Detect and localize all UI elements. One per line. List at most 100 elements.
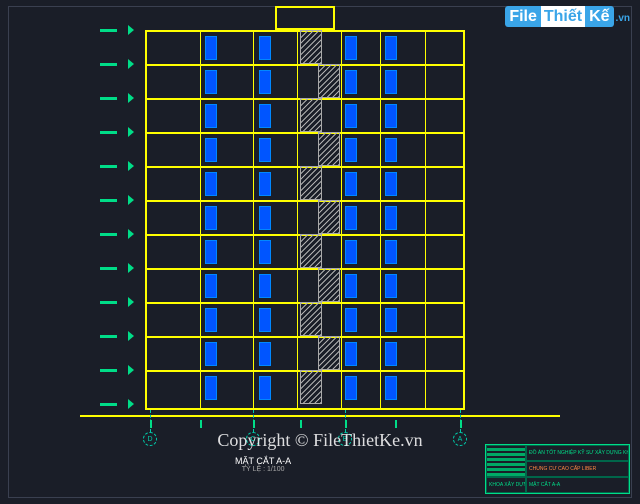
door-panel (385, 104, 397, 128)
door-panel (205, 206, 217, 230)
stair-flight (318, 336, 340, 370)
column-line (200, 30, 201, 410)
stair-flight (318, 268, 340, 302)
stair-flight (300, 98, 322, 132)
column-line (341, 30, 342, 410)
floor-slab-line (145, 200, 465, 202)
floor-slab-line (145, 64, 465, 66)
dimension-tick (460, 420, 462, 428)
door-panel (205, 138, 217, 162)
elevation-marker (100, 199, 128, 202)
column-line (297, 30, 298, 410)
door-panel (205, 172, 217, 196)
door-panel (345, 206, 357, 230)
column-line (425, 30, 426, 410)
drawing-title: MẶT CẮT A-A TỶ LỆ : 1/100 (235, 456, 291, 473)
door-panel (205, 342, 217, 366)
drawing-title-text: MẶT CẮT A-A (235, 456, 291, 466)
door-panel (205, 104, 217, 128)
elevation-marker (100, 335, 128, 338)
door-panel (345, 172, 357, 196)
door-panel (259, 70, 271, 94)
stair-flight (318, 64, 340, 98)
door-panel (385, 206, 397, 230)
grid-bubble: A (453, 432, 467, 446)
elevation-marker (100, 97, 128, 100)
elevation-marker (100, 267, 128, 270)
dimension-tick (253, 420, 255, 428)
door-panel (259, 342, 271, 366)
building-outline (145, 30, 465, 410)
elevation-marker (100, 29, 128, 32)
door-panel (259, 36, 271, 60)
door-panel (345, 240, 357, 264)
door-panel (385, 376, 397, 400)
door-panel (259, 308, 271, 332)
door-panel (259, 376, 271, 400)
door-panel (385, 138, 397, 162)
column-line (253, 30, 254, 410)
elevation-marker (100, 301, 128, 304)
grid-bubble: D (143, 432, 157, 446)
title-project: ĐỒ ÁN TỐT NGHIỆP KỸ SƯ XÂY DỰNG KHÓA (526, 445, 629, 461)
door-panel (259, 274, 271, 298)
door-panel (205, 308, 217, 332)
door-panel (345, 376, 357, 400)
door-panel (259, 206, 271, 230)
filethietke-watermark: FileThiếtKế.vn (505, 8, 630, 26)
door-panel (385, 172, 397, 196)
title-sheet: MẶT CẮT A-A (526, 477, 629, 493)
ground-line (80, 415, 560, 417)
door-panel (205, 240, 217, 264)
door-panel (259, 172, 271, 196)
building-section (145, 30, 465, 410)
title-building: CHUNG CƯ CAO CẤP LIBER (526, 461, 629, 477)
elevation-marker (100, 233, 128, 236)
door-panel (345, 104, 357, 128)
door-panel (205, 376, 217, 400)
floor-slab-line (145, 336, 465, 338)
logo-part-thiet: Thiết (541, 6, 585, 27)
grid-bubble: C (246, 432, 260, 446)
door-panel (259, 240, 271, 264)
logo-part-file: File (505, 6, 541, 27)
column-line (380, 30, 381, 410)
stair-flight (300, 166, 322, 200)
door-panel (259, 104, 271, 128)
title-dept: KHOA XÂY DỰNG (486, 477, 526, 493)
stair-flight (318, 200, 340, 234)
dimension-tick (150, 420, 152, 428)
door-panel (345, 70, 357, 94)
door-panel (205, 70, 217, 94)
dimension-tick (200, 420, 202, 428)
stair-flight (300, 370, 322, 404)
door-panel (385, 342, 397, 366)
dimension-tick (395, 420, 397, 428)
stair-flight (300, 302, 322, 336)
door-panel (345, 138, 357, 162)
door-panel (345, 274, 357, 298)
title-block-panel: ĐỒ ÁN TỐT NGHIỆP KỸ SƯ XÂY DỰNG KHÓA CHU… (485, 444, 630, 494)
elevation-marker (100, 131, 128, 134)
door-panel (385, 308, 397, 332)
drawing-scale: TỶ LỆ : 1/100 (235, 466, 291, 473)
stair-flight (300, 234, 322, 268)
elevation-marker (100, 403, 128, 406)
floor-slab-line (145, 268, 465, 270)
title-logo (486, 445, 526, 477)
door-panel (385, 274, 397, 298)
door-panel (385, 70, 397, 94)
elevation-marker (100, 165, 128, 168)
elevation-marker (100, 369, 128, 372)
door-panel (345, 36, 357, 60)
door-panel (385, 240, 397, 264)
dimension-tick (300, 420, 302, 428)
door-panel (259, 138, 271, 162)
door-panel (345, 342, 357, 366)
stair-flight (300, 30, 322, 64)
floor-slab-line (145, 132, 465, 134)
grid-bubble: B (338, 432, 352, 446)
roof-equipment (275, 6, 335, 30)
cad-viewport[interactable]: D C B A MẶT CẮT A-A TỶ LỆ : 1/100 ĐỒ ÁN TỐT… (0, 0, 640, 504)
dimension-tick (345, 420, 347, 428)
